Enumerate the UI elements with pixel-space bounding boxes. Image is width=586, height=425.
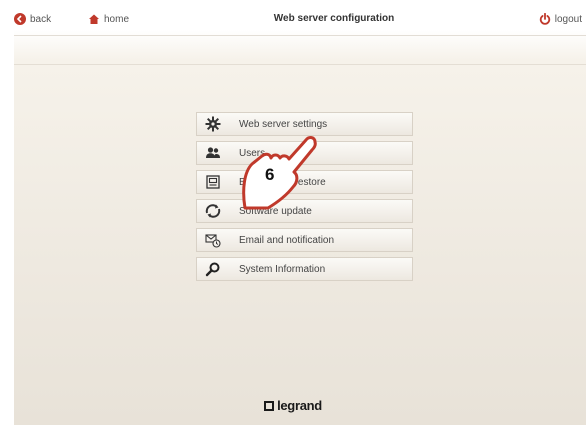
logout-button[interactable]: logout <box>539 11 582 27</box>
home-button[interactable]: home <box>88 11 129 27</box>
logout-label: logout <box>554 13 582 25</box>
gear-icon <box>205 116 221 132</box>
brand-name: legrand <box>277 398 322 413</box>
email-icon <box>205 232 221 248</box>
step-number: 6 <box>265 165 274 184</box>
menu-item-label: Email and notification <box>239 234 335 246</box>
page-title: Web server configuration <box>273 13 395 24</box>
back-icon <box>14 13 26 25</box>
legrand-logo: legrand <box>0 398 586 413</box>
users-icon <box>205 145 221 161</box>
menu-item-system-information[interactable]: System Information <box>196 257 413 281</box>
update-icon <box>205 203 221 219</box>
menu-item-label: System Information <box>239 263 326 275</box>
pointing-hand-annotation: 6 <box>242 136 317 210</box>
menu-item-label: Web server settings <box>239 118 328 130</box>
back-label: back <box>30 13 52 25</box>
home-label: home <box>104 13 130 25</box>
back-button[interactable]: back <box>14 11 51 27</box>
power-icon <box>539 13 550 25</box>
logo-mark-icon <box>264 400 275 411</box>
search-icon <box>205 261 221 277</box>
menu-item-email-notification[interactable]: Email and notification <box>196 228 413 252</box>
home-icon <box>89 14 99 24</box>
top-bar: back home Web server configuration logou… <box>14 0 586 36</box>
backup-icon <box>205 174 221 190</box>
divider <box>14 64 586 65</box>
